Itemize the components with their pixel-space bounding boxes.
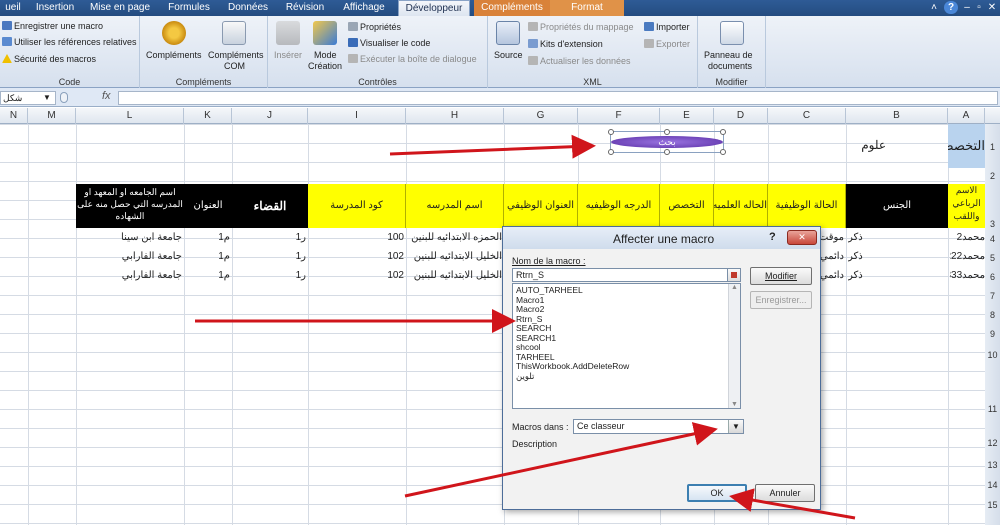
arrow-to-button [389,134,596,159]
arrow-to-ok [729,488,856,520]
annotation-arrows [195,134,856,520]
arrow-to-macros-in [404,422,718,498]
